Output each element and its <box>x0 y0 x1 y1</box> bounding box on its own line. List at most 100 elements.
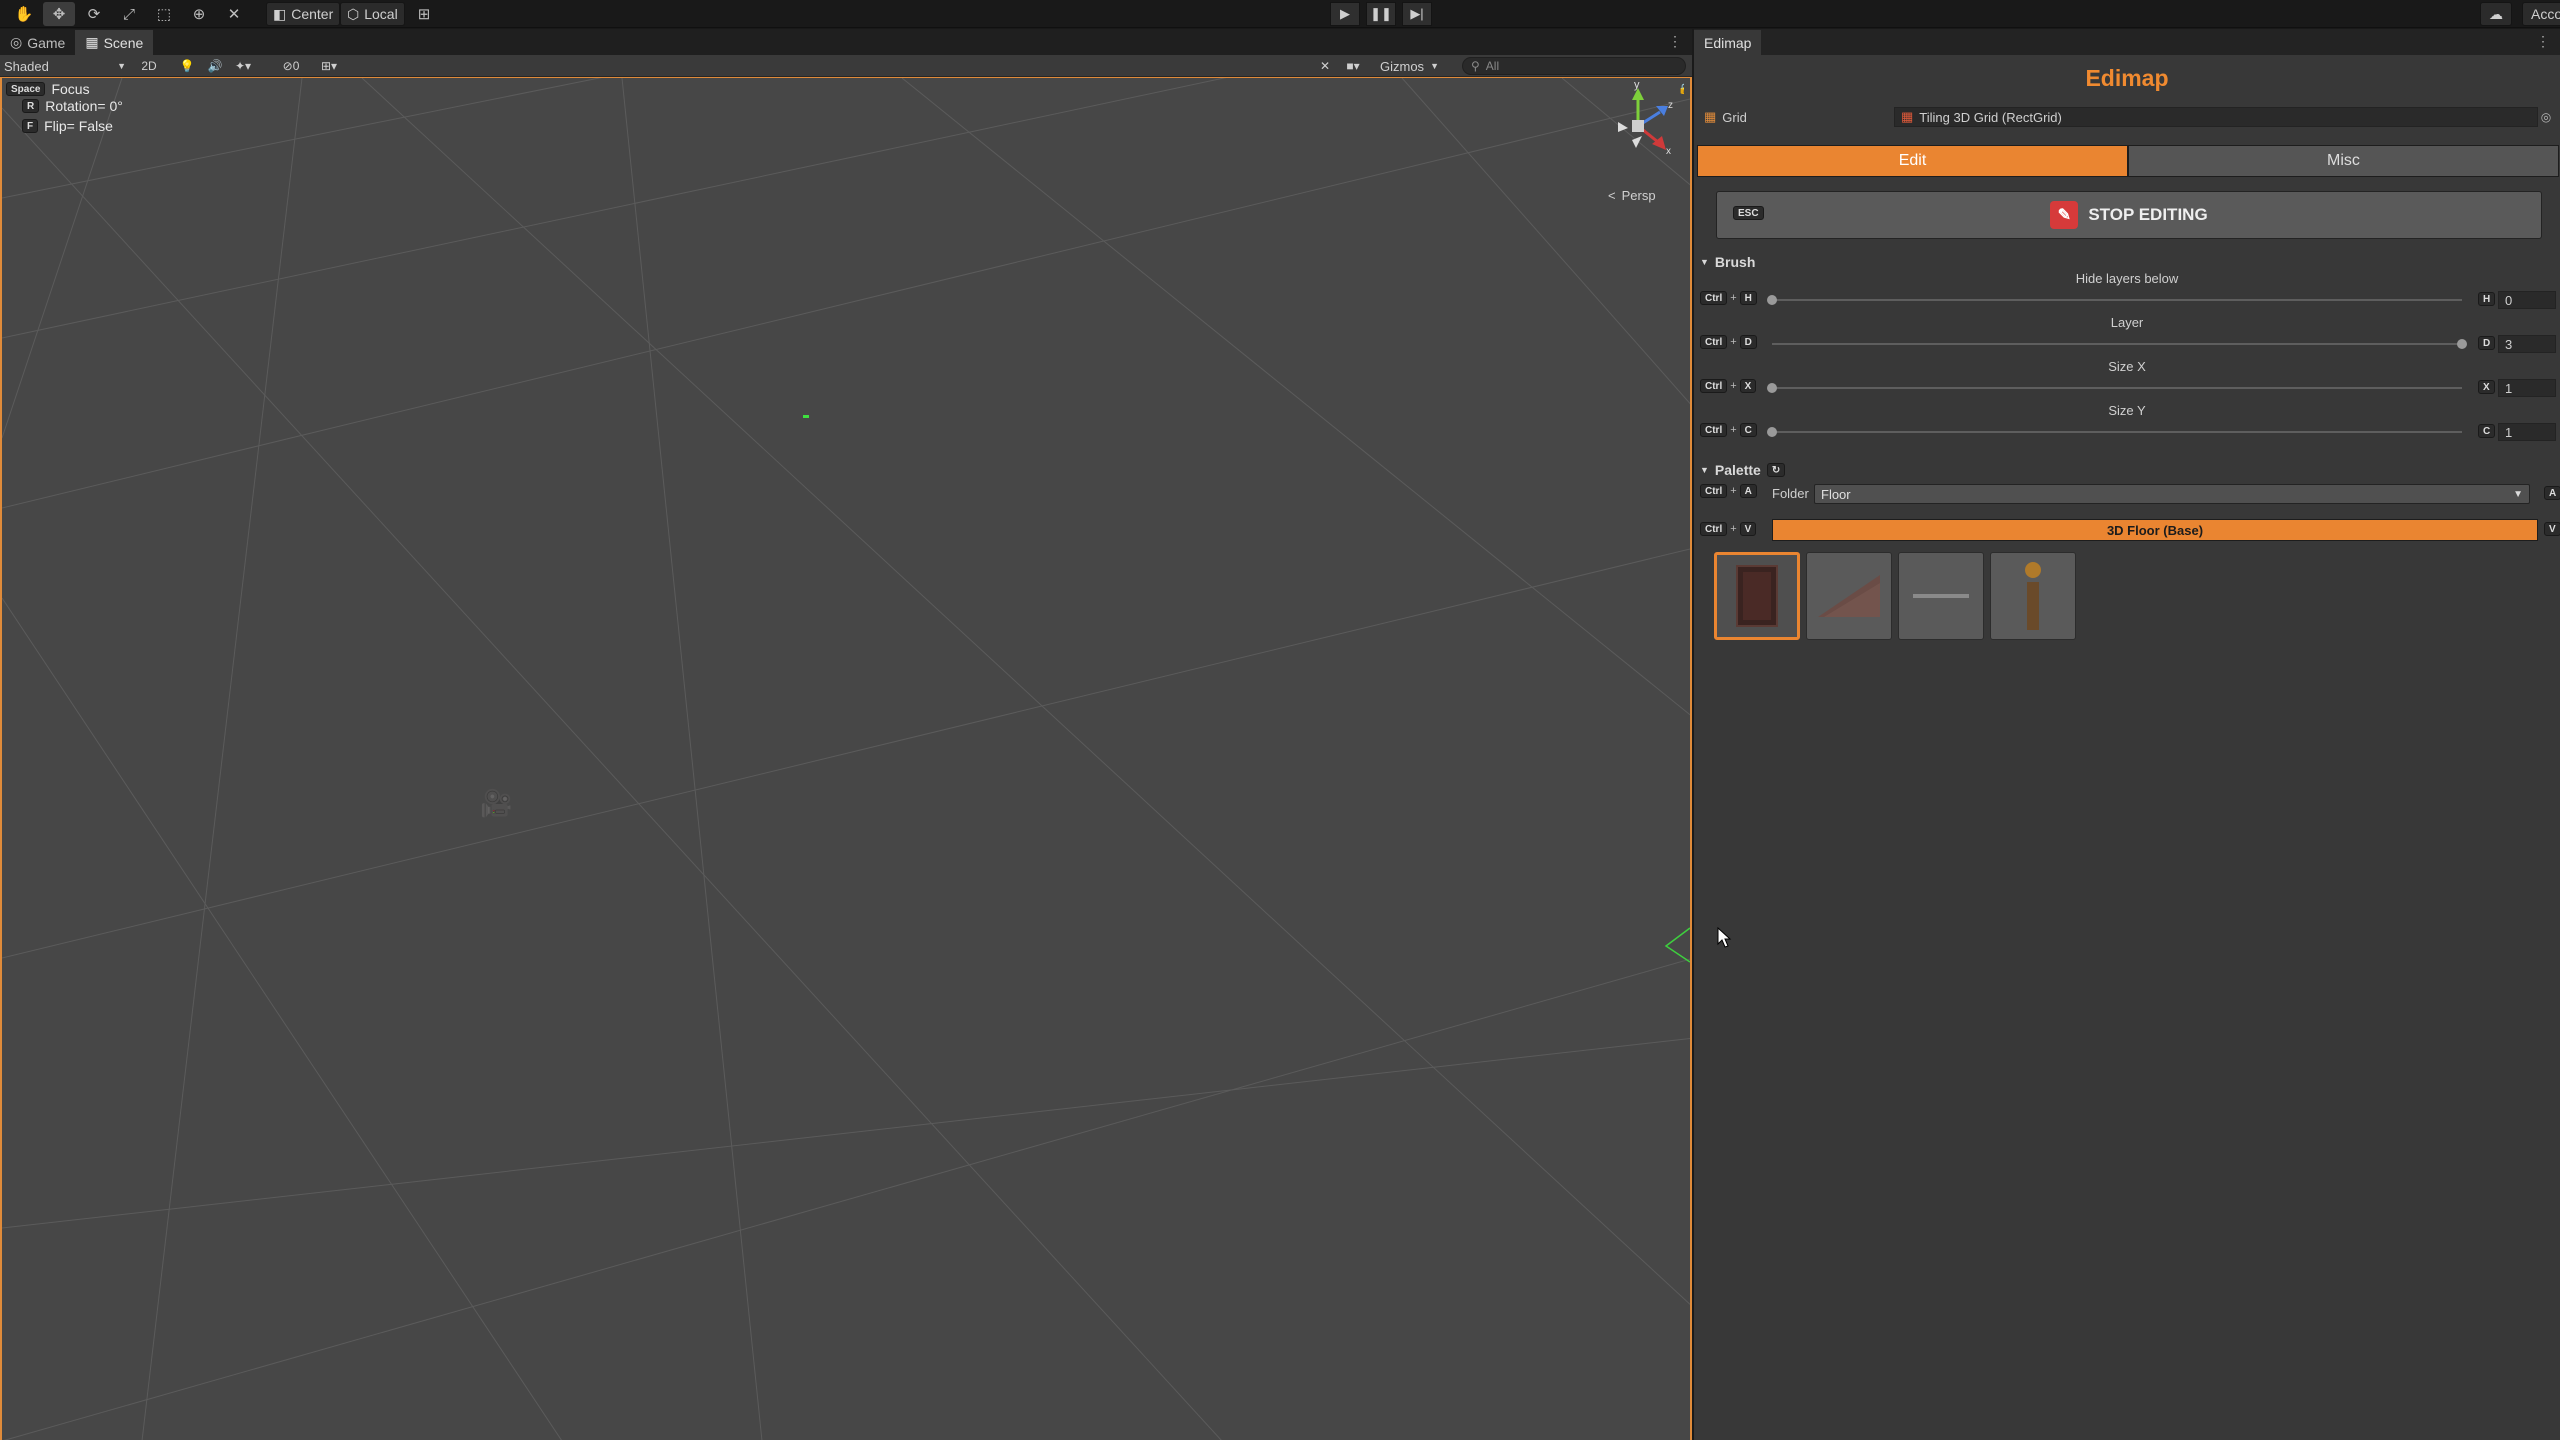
green-marker <box>803 415 809 418</box>
plus-sign: + <box>1730 424 1737 436</box>
slider-row: Ctrl + C C 1 <box>1700 423 2558 441</box>
rect-tool-button[interactable]: ⬚ <box>148 2 180 26</box>
ctrl-key-badge: Ctrl <box>1700 291 1728 305</box>
account-dropdown[interactable]: Acco <box>2522 2 2560 26</box>
step-button[interactable]: ▶| <box>1402 2 1432 26</box>
grid-line <box>2 98 1690 509</box>
camera-icon[interactable]: ■▾ <box>1342 57 1364 75</box>
slider-track[interactable] <box>1772 339 2467 349</box>
slider-knob[interactable] <box>2457 339 2467 349</box>
orientation-gizmo[interactable]: y z x 🔒 <box>1596 82 1684 170</box>
slider-value-field[interactable]: 0 <box>2498 291 2556 309</box>
kebab-menu-icon[interactable]: ⋮ <box>2536 33 2550 50</box>
grid-object-field[interactable]: ▦ Tiling 3D Grid (RectGrid) <box>1894 107 2538 127</box>
tools-icon[interactable]: ✕ <box>1314 57 1336 75</box>
pivot-center-button[interactable]: ◧ Center <box>266 2 341 26</box>
lock-icon[interactable]: 🔒 <box>1678 83 1684 95</box>
slider-label: Hide layers below <box>2075 271 2179 286</box>
slider-value-field[interactable]: 1 <box>2498 379 2556 397</box>
tab-edimap[interactable]: Edimap <box>1694 30 1762 55</box>
gizmo-x-label: x <box>1666 146 1671 157</box>
gamepad-icon: ◎ <box>10 34 23 50</box>
custom-tool-button[interactable]: ✕ <box>218 2 250 26</box>
hand-tool-button[interactable]: ✋ <box>8 2 40 26</box>
tab-game-label: Game <box>27 34 66 51</box>
v-key-badge: V <box>1739 522 1757 536</box>
palette-section-header[interactable]: ▼ Palette ↻ <box>1700 462 1786 478</box>
persp-toggle[interactable]: < Persp <box>1608 188 1656 203</box>
transform-tool-button[interactable]: ⊕ <box>183 2 215 26</box>
tab-scene-label: Scene <box>103 34 144 51</box>
stop-editing-button[interactable]: ESC ✎ STOP EDITING <box>1716 191 2542 239</box>
grid-object-value: Tiling 3D Grid (RectGrid) <box>1919 109 2062 125</box>
tab-game[interactable]: ◎ Game <box>0 30 75 55</box>
shortcut-key-badge: X <box>2478 380 2495 394</box>
refresh-icon[interactable]: ↻ <box>1766 463 1786 477</box>
overlay-label: Rotation= 0° <box>45 98 123 114</box>
hidden-count: 0 <box>292 59 300 73</box>
scene-camera-icon[interactable]: 🎥 <box>480 788 512 819</box>
scale-tool-button[interactable]: ⤢ <box>113 2 145 26</box>
slider-value-field[interactable]: 3 <box>2498 335 2556 353</box>
cloud-icon[interactable]: ☁ <box>2480 2 2512 26</box>
slider-knob[interactable] <box>1767 295 1777 305</box>
brush-section-label: Brush <box>1714 254 1756 270</box>
kebab-menu-icon[interactable]: ⋮ <box>1668 33 1682 50</box>
slider-track[interactable] <box>1767 383 2462 393</box>
brush-section-header[interactable]: ▼ Brush <box>1700 254 1755 270</box>
object-picker-icon[interactable]: ◎ <box>2538 110 2554 124</box>
slider-shortcut: Ctrl + X <box>1700 379 1757 393</box>
hidden-objects-toggle[interactable]: ⊘ 0 <box>280 57 302 75</box>
grid-icon: ▦ <box>1704 109 1717 124</box>
pause-button[interactable]: ❚❚ <box>1366 2 1396 26</box>
a-key-badge: A <box>2544 486 2560 500</box>
pivot-space-button[interactable]: ⬡ Local <box>340 2 405 26</box>
palette-tile-pillar[interactable] <box>1990 552 2076 640</box>
foldout-arrow-icon: ▼ <box>1700 257 1709 267</box>
effects-icon[interactable]: ✦▾ <box>232 57 254 75</box>
scene-grid <box>2 78 1690 1440</box>
space-label: Local <box>364 6 398 22</box>
folder-dropdown[interactable]: Floor ▼ <box>1814 484 2530 504</box>
slider-label: Layer <box>2110 315 2144 330</box>
slider-value-field[interactable]: 1 <box>2498 423 2556 441</box>
foldout-arrow-icon: ▼ <box>1700 465 1709 475</box>
palette-tile-ramp[interactable] <box>1806 552 1892 640</box>
move-tool-button[interactable]: ✥ <box>43 2 75 26</box>
slider-track[interactable] <box>1767 427 2462 437</box>
slider-row: Ctrl + D D 3 <box>1700 335 2558 353</box>
grid-line <box>2 78 602 199</box>
stop-editing-label: STOP EDITING <box>2088 205 2208 224</box>
grid-line <box>2 78 1227 339</box>
slider-track[interactable] <box>1767 295 2462 305</box>
slider-knob[interactable] <box>1767 383 1777 393</box>
slider-knob[interactable] <box>1767 427 1777 437</box>
grid-snap-icon[interactable]: ⊞ <box>408 2 440 26</box>
palette-tile-flat[interactable] <box>1898 552 1984 640</box>
key-badge: R <box>22 99 40 113</box>
esc-key-badge: ESC <box>1733 206 1764 220</box>
toggle-2d-button[interactable]: 2D <box>138 57 160 75</box>
audio-icon[interactable]: 🔊 <box>204 57 226 75</box>
scene-tab-strip: ◎ Game ▦ Scene <box>0 29 1692 55</box>
palette-tile-floor[interactable] <box>1714 552 1800 640</box>
tab-scene[interactable]: ▦ Scene <box>75 30 154 55</box>
ctrl-key-badge: Ctrl <box>1700 484 1728 498</box>
flat-tile-preview <box>1913 594 1969 598</box>
slider-shortcut: Ctrl + H <box>1700 291 1757 305</box>
shading-mode-dropdown[interactable]: Shaded ▼ <box>4 57 130 75</box>
gizmos-dropdown[interactable]: Gizmos ▼ <box>1380 57 1439 75</box>
rotate-tool-button[interactable]: ⟳ <box>78 2 110 26</box>
scene-search-input[interactable]: ⚲ All <box>1462 57 1686 75</box>
plus-sign: + <box>1730 380 1737 392</box>
tab-misc[interactable]: Misc <box>2128 145 2559 177</box>
tab-edit[interactable]: Edit <box>1697 145 2128 177</box>
lighting-icon[interactable]: 💡 <box>176 57 198 75</box>
account-label: Acco <box>2531 6 2560 22</box>
play-button[interactable]: ▶ <box>1330 2 1360 26</box>
plus-sign: + <box>1730 485 1737 497</box>
variant-selector[interactable]: 3D Floor (Base) <box>1772 519 2538 541</box>
chevron-down-icon: ▼ <box>2513 488 2523 500</box>
scene-viewport[interactable]: Space Focus R Rotation= 0° F Flip= False… <box>0 77 1692 1440</box>
grid-toggle-icon[interactable]: ⊞▾ <box>318 57 340 75</box>
